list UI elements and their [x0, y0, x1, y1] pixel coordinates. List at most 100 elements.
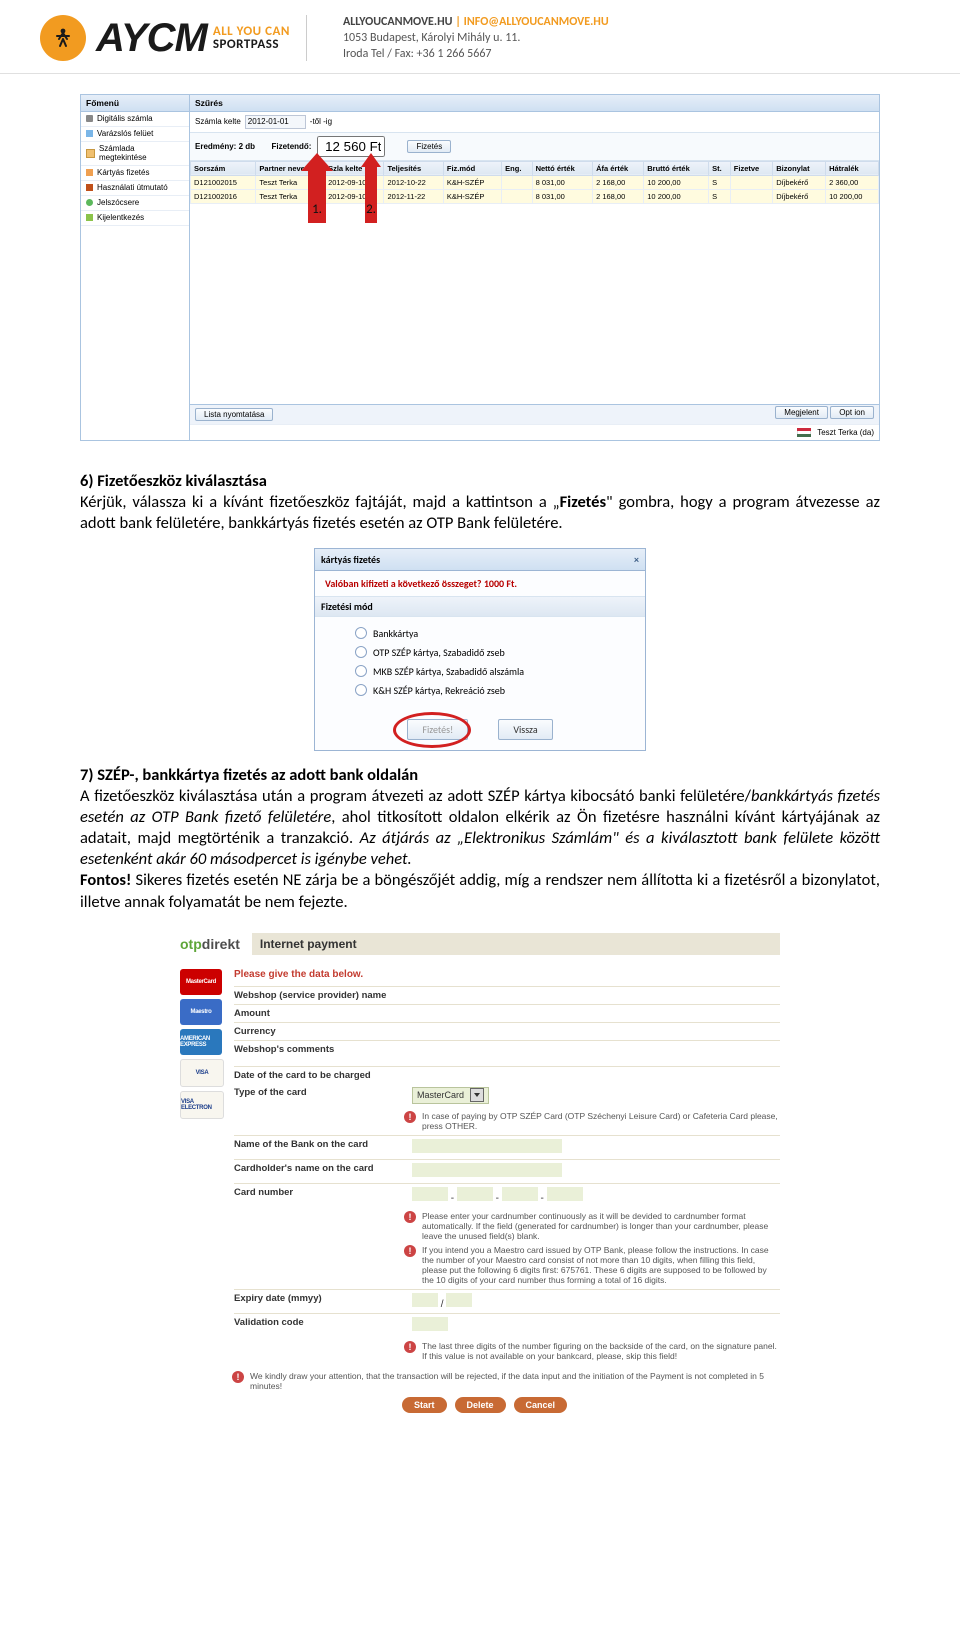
table-cell: [730, 175, 772, 189]
radio-option[interactable]: OTP SZÉP kártya, Szabadidő zseb: [355, 646, 627, 659]
payment-dialog-screenshot: kártyás fizetés × Valóban kifizeti a köv…: [314, 548, 646, 751]
card-logos: MasterCard Maestro AMERICAN EXPRESS VISA…: [180, 969, 224, 1365]
cardtype-note: !In case of paying by OTP SZÉP Card (OTP…: [404, 1111, 780, 1131]
note-text: Please enter your cardnumber continuousl…: [422, 1211, 780, 1241]
square-icon: [86, 130, 93, 137]
col-header[interactable]: Bizonylat: [773, 161, 826, 175]
sidebar-item[interactable]: Kijelentkezés: [81, 211, 189, 226]
table-cell: 2012-09-10: [325, 175, 384, 189]
radio-label: OTP SZÉP kártya, Szabadidő zseb: [373, 646, 505, 659]
radio-option[interactable]: Bankkártya: [355, 627, 627, 640]
table-cell: 2012-10-22: [384, 175, 443, 189]
table-cell: S: [709, 189, 731, 203]
table-cell: 10 200,00: [826, 189, 879, 203]
table-cell: 8 031,00: [532, 175, 592, 189]
result-value-input[interactable]: [317, 136, 385, 157]
col-header[interactable]: Bruttó érték: [644, 161, 709, 175]
radio-icon: [355, 627, 367, 639]
vissza-button[interactable]: Vissza: [498, 719, 552, 740]
table-cell: 8 031,00: [532, 189, 592, 203]
cardnum-input-4[interactable]: [547, 1187, 583, 1201]
cancel-button[interactable]: Cancel: [514, 1397, 568, 1413]
expiry-yy-input[interactable]: [446, 1293, 472, 1307]
result-label: Fizetendő:: [271, 142, 311, 151]
radio-icon: [355, 684, 367, 696]
table-cell: 2 168,00: [593, 189, 644, 203]
delete-button[interactable]: Delete: [455, 1397, 506, 1413]
sidebar-item[interactable]: Digitális számla: [81, 112, 189, 127]
dropdown-icon: [470, 1088, 484, 1102]
table-row[interactable]: D121002016Teszt Terka2012-09-102012-11-2…: [191, 189, 879, 203]
close-icon[interactable]: ×: [634, 553, 639, 566]
radio-icon: [355, 665, 367, 677]
filter-row: Számla kelte -től -ig: [190, 112, 879, 133]
logo-icon: [40, 15, 86, 61]
dialog-section-header: Fizetési mód: [315, 596, 645, 617]
sidebar-item-label: Jelszócsere: [97, 198, 139, 207]
col-header[interactable]: Hátralék: [826, 161, 879, 175]
bankname-input[interactable]: [412, 1139, 562, 1153]
col-header[interactable]: Nettó érték: [532, 161, 592, 175]
col-header[interactable]: Teljesítés: [384, 161, 443, 175]
sidebar-item[interactable]: Használati útmutató: [81, 181, 189, 196]
user-label: Teszt Terka (da): [817, 428, 874, 437]
otp-header: otpdirekt Internet payment: [180, 927, 780, 961]
fizetes-dialog-button[interactable]: Fizetés!: [407, 719, 468, 740]
note-text: If you intend you a Maestro card issued …: [422, 1245, 780, 1285]
start-button[interactable]: Start: [402, 1397, 447, 1413]
table-row[interactable]: D121002015Teszt Terka2012-09-102012-10-2…: [191, 175, 879, 189]
info-icon: !: [404, 1111, 416, 1123]
dialog-buttons: Fizetés! Vissza: [315, 715, 645, 750]
expiry-mm-input[interactable]: [412, 1293, 438, 1307]
col-header[interactable]: St.: [709, 161, 731, 175]
otp-form: Please give the data below. Webshop (ser…: [234, 969, 780, 1365]
cardnum-input-1[interactable]: [412, 1187, 448, 1201]
exit-icon: [86, 214, 93, 221]
maestro-icon: Maestro: [180, 999, 222, 1025]
col-header[interactable]: Fiz.mód: [443, 161, 501, 175]
col-header[interactable]: Fizetve: [730, 161, 772, 175]
cardtype-select[interactable]: MasterCard: [412, 1087, 489, 1104]
filter-label: Számla kelte: [195, 117, 241, 126]
bullet-icon: [86, 115, 93, 122]
dialog-titlebar: kártyás fizetés ×: [315, 549, 645, 571]
holder-input[interactable]: [412, 1163, 562, 1177]
megjelent-button[interactable]: Megjelent: [775, 406, 828, 419]
radio-option[interactable]: MKB SZÉP kártya, Szabadidő alszámla: [355, 665, 627, 678]
dialog-title: kártyás fizetés: [321, 553, 380, 566]
cardnum-note-1: !Please enter your cardnumber continuous…: [404, 1211, 780, 1241]
doc-icon: [86, 149, 95, 158]
note-text: We kindly draw your attention, that the …: [250, 1371, 780, 1391]
sidebar-item[interactable]: Kártyás fizetés: [81, 166, 189, 181]
bankname-label: Name of the Bank on the card: [234, 1139, 404, 1150]
cardnum-input-2[interactable]: [457, 1187, 493, 1201]
cardtype-label: Type of the card: [234, 1087, 404, 1098]
sidebar-item-label: Kijelentkezés: [97, 213, 144, 222]
section-7: 7) SZÉP-, bankkártya fizetés az adott ba…: [80, 765, 880, 913]
date-from-input[interactable]: [245, 115, 306, 129]
cardnum-input-3[interactable]: [502, 1187, 538, 1201]
table-header-row: Sorszám Partner neve Szla kelte Teljesít…: [191, 161, 879, 175]
table-cell: K&H-SZÉP: [443, 175, 501, 189]
col-header[interactable]: Sorszám: [191, 161, 256, 175]
sidebar-item[interactable]: Varázslós felüet: [81, 127, 189, 142]
sidebar-item[interactable]: Jelszócsere: [81, 196, 189, 211]
validation-input[interactable]: [412, 1317, 448, 1331]
fizetes-button[interactable]: Fizetés: [407, 140, 451, 153]
col-header[interactable]: Eng.: [502, 161, 532, 175]
col-header[interactable]: Szla kelte: [325, 161, 384, 175]
print-button[interactable]: Lista nyomtatása: [195, 408, 273, 421]
visa-electron-icon: VISA ELECTRON: [180, 1091, 224, 1119]
col-header[interactable]: Áfa érték: [593, 161, 644, 175]
book-icon: [86, 184, 93, 191]
results-bar: Eredmény: 2 db Fizetendő: Fizetés: [190, 133, 879, 161]
invoice-table: Sorszám Partner neve Szla kelte Teljesít…: [190, 161, 879, 204]
otp-logo: otpdirekt: [180, 936, 240, 952]
brand-line2: SPORTPASS: [213, 38, 290, 51]
table-cell: [502, 189, 532, 203]
otp-payment-screenshot: otpdirekt Internet payment MasterCard Ma…: [180, 927, 780, 1413]
radio-option[interactable]: K&H SZÉP kártya, Rekreáció zseb: [355, 684, 627, 697]
option-button[interactable]: Opt ion: [830, 406, 874, 419]
sidebar-item[interactable]: Számlada megtekintése: [81, 142, 189, 166]
col-header[interactable]: Partner neve: [256, 161, 325, 175]
